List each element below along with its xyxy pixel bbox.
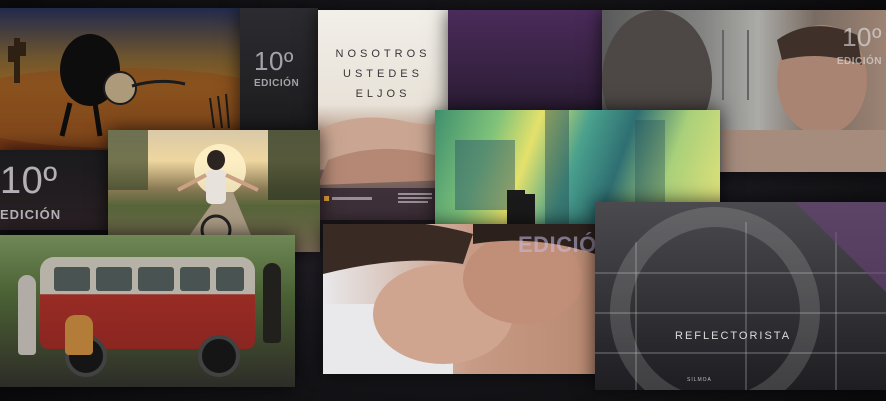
logo-mark-icon [324,196,329,201]
edition-badge-mid: 10º EDICIÓN [240,8,318,148]
film-tile-sleeping-woman[interactable]: EDICIÓN [323,224,595,374]
edition-word: EDICIÓN [836,56,882,67]
film-tile-purple[interactable] [448,10,602,110]
film-tile-nosotros-poster[interactable]: NOSOTROS USTEDES ELJOS [318,10,448,220]
film-tile-van[interactable] [0,235,295,387]
cyclist-scene [108,130,320,252]
edition-badge-right: 10º EDICIÓN [720,10,886,70]
hero-collage: 10º EDICIÓN 10º EDICIÓN NOSOTROS USTEDES… [0,0,886,401]
film-tile-reflectorista[interactable]: REFLECTORISTA SILMOA [595,202,886,390]
reflectorista-subtitle: SILMOA [687,377,712,383]
edition-badge-left: 10º EDICIÓN [0,150,108,230]
reflectorista-scene [610,202,886,390]
edition-number: 10º [254,46,294,76]
edition-number: 10º [842,22,882,52]
edition-number: 10º [0,160,58,202]
edition-word: EDICIÓN [0,207,62,222]
film-tile-animation[interactable] [0,8,240,150]
reflectorista-title: REFLECTORISTA [675,330,792,342]
film-tile-cyclist[interactable] [108,130,320,252]
poster-hands-illustration [318,117,448,220]
edition-word: EDICIÓN [254,78,300,89]
edition-word-overlay: EDICIÓN [518,232,595,257]
